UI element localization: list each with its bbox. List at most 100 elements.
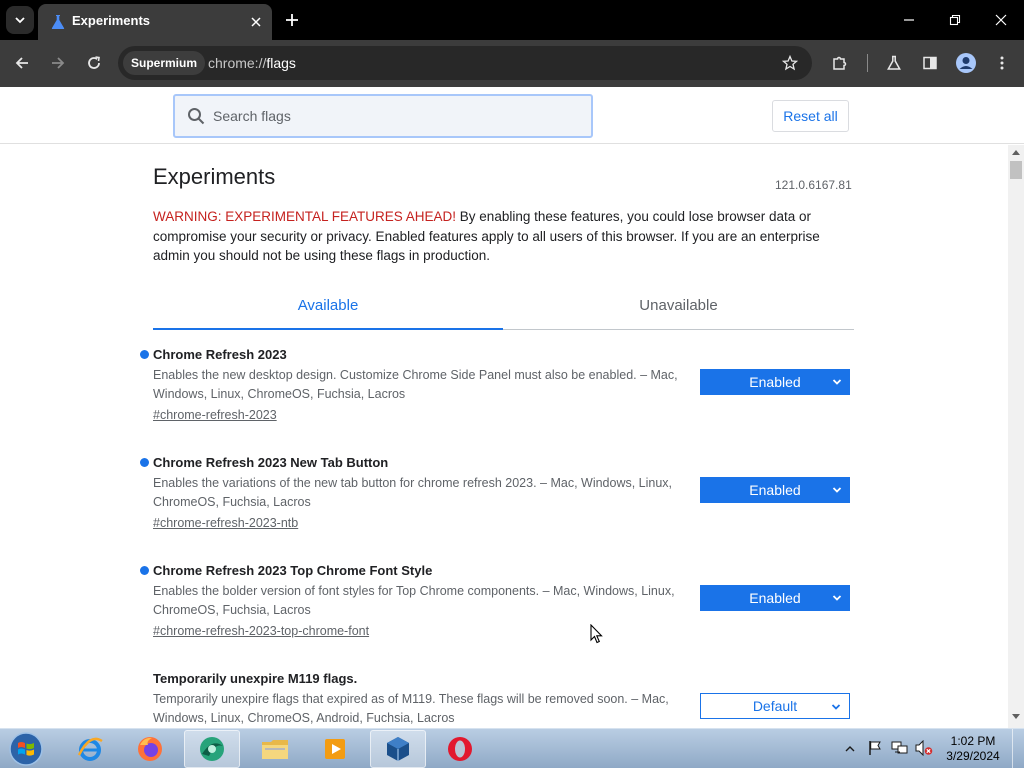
minimize-icon [904,19,914,21]
volume-muted-icon[interactable] [915,740,933,756]
windows-logo-icon [9,732,43,766]
flags-tabs: Available Unavailable [153,290,854,330]
flag-item: Chrome Refresh 2023 Top Chrome Font Styl… [138,563,854,663]
flag-state-value: Enabled [749,374,801,390]
flags-header: Reset all [0,87,1024,144]
tab-available[interactable]: Available [153,290,503,330]
close-icon [251,17,261,27]
start-button[interactable] [7,731,45,767]
tab-search-button[interactable] [6,6,34,34]
menu-button[interactable] [988,49,1016,77]
browser-tab[interactable]: Experiments [38,4,272,40]
reload-button[interactable] [80,49,108,77]
flag-description: Enables the variations of the new tab bu… [153,476,673,509]
taskbar-file-explorer[interactable] [247,730,303,768]
flag-state-value: Default [752,698,798,714]
taskbar-supermium[interactable] [184,730,240,768]
side-panel-icon [923,56,937,70]
site-info-chip[interactable]: Supermium [123,51,206,75]
scroll-up-icon[interactable] [1012,149,1020,155]
windows-taskbar: 1:02 PM 3/29/2024 [0,728,1024,768]
taskbar-opera[interactable] [432,730,488,768]
restore-button[interactable] [940,6,970,34]
avatar-icon [956,53,976,73]
clock-time: 1:02 PM [950,734,996,748]
minimize-button[interactable] [894,6,924,34]
scroll-down-icon[interactable] [1012,714,1020,720]
flag-item: Temporarily unexpire M119 flags. Tempora… [138,671,854,728]
star-icon [782,55,798,71]
flag-description: Enables the new desktop design. Customiz… [153,368,678,401]
flag-state-select[interactable]: Default [700,693,850,719]
flag-item: Chrome Refresh 2023 New Tab Button Enabl… [138,455,854,555]
page-scrollbar[interactable] [1008,145,1024,728]
flag-state-value: Enabled [749,590,801,606]
reset-all-button[interactable]: Reset all [772,100,849,132]
flag-link[interactable]: #chrome-refresh-2023-ntb [153,516,298,530]
show-hidden-icons[interactable] [845,745,855,753]
flag-link[interactable]: #chrome-refresh-2023 [153,408,277,422]
flag-title: Temporarily unexpire M119 flags. [153,671,358,686]
internet-explorer-icon [77,737,103,761]
chevron-down-icon [832,487,842,493]
tab-close-button[interactable] [246,12,266,32]
profile-button[interactable] [952,49,980,77]
flag-state-select[interactable]: Enabled [700,369,850,395]
network-icon[interactable] [891,740,909,756]
extensions-button[interactable] [826,49,854,77]
plus-icon [286,14,298,26]
search-icon [188,108,205,125]
search-input[interactable] [213,106,573,126]
virtualbox-icon [387,737,409,761]
taskbar-firefox[interactable] [122,730,178,768]
chevron-down-icon [831,704,841,710]
system-clock[interactable]: 1:02 PM 3/29/2024 [940,734,1006,764]
taskbar-virtualbox[interactable] [370,730,426,768]
scrollbar-thumb[interactable] [1010,161,1022,179]
action-center-flag-icon[interactable] [867,740,883,756]
tab-unavailable[interactable]: Unavailable [503,290,854,330]
address-bar[interactable]: Supermium chrome://flags [118,46,812,80]
file-explorer-icon [262,740,288,759]
flags-content: Experiments 121.0.6167.81 WARNING: EXPER… [0,145,1008,728]
flag-item: Chrome Refresh 2023 Enables the new desk… [138,347,854,447]
supermium-icon [200,737,224,761]
flag-link[interactable]: #chrome-refresh-2023-top-chrome-font [153,624,369,638]
media-player-icon [325,739,345,759]
puzzle-icon [833,56,847,70]
arrow-right-icon [52,57,65,69]
side-panel-button[interactable] [916,49,944,77]
flag-description: Temporarily unexpire flags that expired … [153,692,669,725]
flag-title: Chrome Refresh 2023 New Tab Button [153,455,389,470]
flag-title: Chrome Refresh 2023 Top Chrome Font Styl… [153,563,433,578]
labs-button[interactable] [880,49,908,77]
flag-title: Chrome Refresh 2023 [153,347,287,362]
modified-indicator [140,458,149,467]
warning-text: WARNING: EXPERIMENTAL FEATURES AHEAD! By… [153,207,853,266]
chevron-down-icon [832,595,842,601]
title-bar: Experiments [0,0,1024,40]
version-label: 121.0.6167.81 [775,178,852,192]
flag-description: Enables the bolder version of font style… [153,584,675,617]
bookmark-button[interactable] [776,49,804,77]
modified-indicator [140,566,149,575]
back-button[interactable] [8,49,36,77]
url-text[interactable]: chrome://flags [208,55,296,71]
flask-icon [51,15,65,29]
taskbar-media-player[interactable] [308,730,364,768]
forward-button[interactable] [44,49,72,77]
show-desktop-button[interactable] [1012,729,1024,768]
toolbar-separator [867,54,868,72]
browser-toolbar: Supermium chrome://flags [0,40,1024,87]
arrow-left-icon [15,57,28,69]
mouse-cursor-icon [590,624,603,644]
search-flags-box[interactable] [173,94,593,138]
flag-state-select[interactable]: Enabled [700,585,850,611]
close-window-button[interactable] [986,6,1016,34]
more-vert-icon [1000,56,1004,70]
taskbar-internet-explorer[interactable] [62,730,118,768]
flask-icon [887,55,901,70]
flag-state-select[interactable]: Enabled [700,477,850,503]
tab-title: Experiments [72,13,151,28]
new-tab-button[interactable] [280,8,304,32]
